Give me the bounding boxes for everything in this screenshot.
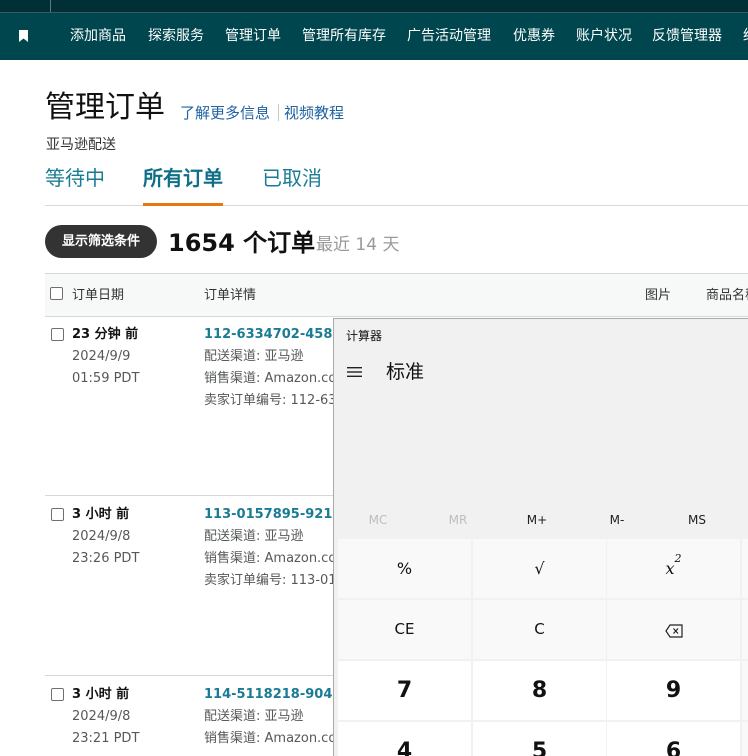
square-button[interactable]: x2 [607, 539, 740, 598]
table-header: 订单日期 订单详情 图片 商品名称 [45, 273, 748, 317]
nav-campaign-manager[interactable]: 广告活动管理 [407, 13, 491, 60]
row-seller-order: 卖家订单编号: 113-01 [204, 573, 337, 588]
order-id-link[interactable]: 114-5118218-90498 [204, 686, 350, 704]
memory-add-button[interactable]: M+ [507, 512, 567, 528]
row-time: 23:26 PDT [72, 551, 140, 566]
memory-clear-button[interactable]: MC [348, 512, 408, 528]
top-strip [0, 0, 748, 13]
digit-6-button[interactable]: 6 [607, 722, 740, 756]
calculator-window[interactable]: 计算器 标准 MC MR M+ M- MS % √ x2 CE C 7 8 9 [333, 318, 748, 756]
backspace-button[interactable] [607, 600, 740, 659]
tab-all-orders[interactable]: 所有订单 [143, 163, 223, 193]
nav-manage-orders[interactable]: 管理订单 [225, 13, 281, 60]
clear-button[interactable]: C [473, 600, 606, 659]
nav-add-product[interactable]: 添加商品 [70, 13, 126, 60]
row-fulfillment: 配送渠道: 亚马逊 [204, 349, 304, 364]
hamburger-menu-icon[interactable] [347, 366, 362, 378]
bookmark-icon[interactable] [19, 30, 28, 42]
order-count: 1654 个订单 [168, 229, 316, 257]
digit-7-button[interactable]: 7 [338, 661, 471, 720]
row-time: 23:21 PDT [72, 731, 140, 746]
multiply-button[interactable] [742, 661, 748, 720]
header-order-details: 订单详情 [204, 288, 257, 303]
memory-store-button[interactable]: MS [667, 512, 727, 528]
tab-cancelled[interactable]: 已取消 [262, 163, 322, 193]
row-date: 2024/9/8 [72, 709, 131, 724]
main-nav: 添加商品 探索服务 管理订单 管理所有库存 广告活动管理 优惠券 账户状况 反馈… [0, 13, 748, 60]
row-date: 2024/9/8 [72, 529, 131, 544]
header-image: 图片 [645, 288, 672, 303]
row-time-ago: 3 小时 前 [72, 687, 130, 702]
order-range: 最近 14 天 [316, 235, 400, 255]
header-product-name: 商品名称 [706, 288, 748, 303]
calculator-title: 计算器 [346, 329, 383, 343]
square-root-button[interactable]: √ [473, 539, 606, 598]
nav-feedback-manager[interactable]: 反馈管理器 [652, 13, 722, 60]
row-time: 01:59 PDT [72, 371, 140, 386]
row-seller-order: 卖家订单编号: 112-63 [204, 393, 337, 408]
clear-entry-button[interactable]: CE [338, 600, 471, 659]
row-date: 2024/9/9 [72, 349, 131, 364]
row-time-ago: 23 分钟 前 [72, 327, 139, 342]
header-order-date[interactable]: 订单日期 [72, 287, 124, 305]
row-fulfillment: 配送渠道: 亚马逊 [204, 529, 304, 544]
subtract-button[interactable] [742, 722, 748, 756]
nav-manage-inventory[interactable]: 管理所有库存 [302, 13, 386, 60]
nav-more[interactable]: 经 [743, 13, 748, 60]
percent-button[interactable]: % [338, 539, 471, 598]
digit-4-button[interactable]: 4 [338, 722, 471, 756]
fulfillment-subtitle: 亚马逊配送 [46, 137, 116, 153]
order-id-link[interactable]: 113-0157895-92170 [204, 506, 350, 524]
row-time-ago: 3 小时 前 [72, 507, 130, 522]
memory-recall-button[interactable]: MR [428, 512, 488, 528]
active-tab-indicator [143, 203, 223, 206]
memory-subtract-button[interactable]: M- [587, 512, 647, 528]
row-checkbox[interactable] [51, 688, 64, 701]
row-sales-channel: 销售渠道: Amazon.co [204, 371, 337, 386]
reciprocal-button[interactable] [742, 539, 748, 598]
show-filters-button[interactable]: 显示筛选条件 [45, 225, 157, 258]
calculator-mode: 标准 [386, 361, 425, 383]
square-exponent: 2 [674, 552, 682, 565]
square-base: x [665, 559, 675, 578]
nav-explore-services[interactable]: 探索服务 [148, 13, 204, 60]
row-sales-channel: 销售渠道: Amazon.co [204, 731, 337, 746]
nav-account-health[interactable]: 账户状况 [576, 13, 632, 60]
digit-8-button[interactable]: 8 [473, 661, 606, 720]
digit-9-button[interactable]: 9 [607, 661, 740, 720]
select-all-checkbox[interactable] [50, 287, 63, 300]
screen: 添加商品 探索服务 管理订单 管理所有库存 广告活动管理 优惠券 账户状况 反馈… [0, 0, 748, 756]
digit-5-button[interactable]: 5 [473, 722, 606, 756]
video-tutorial-link[interactable]: 视频教程 [284, 103, 344, 123]
row-checkbox[interactable] [51, 508, 64, 521]
divide-button[interactable] [742, 600, 748, 659]
tab-pending[interactable]: 等待中 [45, 163, 105, 193]
backspace-icon [664, 623, 683, 638]
learn-more-link[interactable]: 了解更多信息 [180, 103, 270, 123]
link-divider [278, 104, 279, 121]
row-sales-channel: 销售渠道: Amazon.co [204, 551, 337, 566]
row-checkbox[interactable] [51, 328, 64, 341]
page-title: 管理订单 [45, 90, 165, 125]
order-id-link[interactable]: 112-6334702-45842 [204, 326, 350, 344]
nav-coupons[interactable]: 优惠券 [513, 13, 555, 60]
row-fulfillment: 配送渠道: 亚马逊 [204, 709, 304, 724]
